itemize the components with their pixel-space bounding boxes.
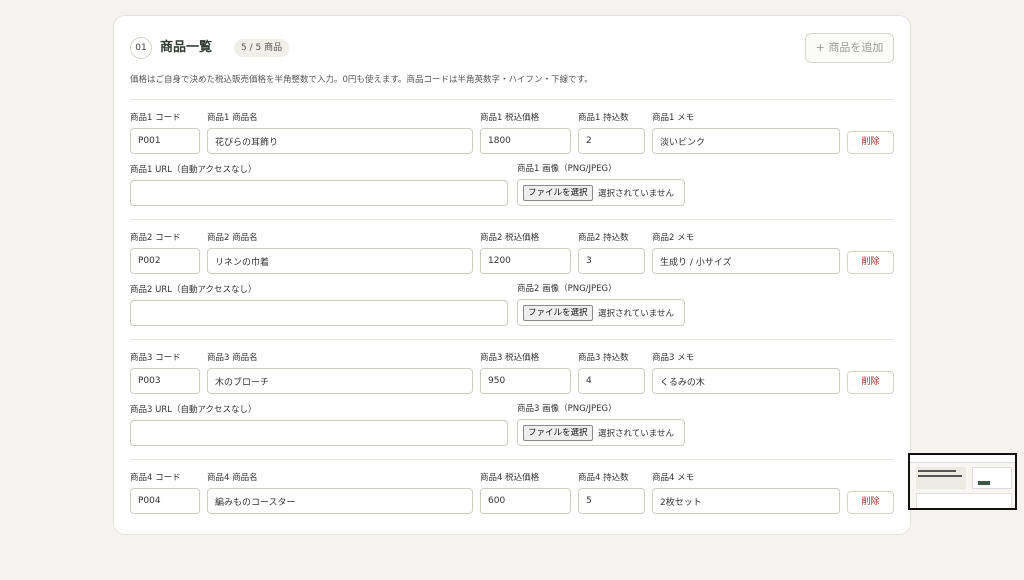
code-label: 商品3 コード xyxy=(130,353,181,363)
image-label: 商品2 画像（PNG/JPEG） xyxy=(517,284,617,294)
memo-label: 商品3 メモ xyxy=(652,353,695,363)
url-input[interactable] xyxy=(130,180,508,206)
code-label: 商品1 コード xyxy=(130,113,181,123)
section-title: 商品一覧 xyxy=(160,40,213,55)
preview-header xyxy=(910,455,1015,463)
quantity-label: 商品2 持込数 xyxy=(578,233,629,243)
code-label: 商品4 コード xyxy=(130,473,181,483)
memo-label: 商品1 メモ xyxy=(652,113,695,123)
product-row-3: 商品3 コード 商品3 商品名 商品3 税込価格 商品3 持込数 商品3 メモ … xyxy=(130,340,894,460)
name-label: 商品4 商品名 xyxy=(207,473,258,483)
price-label: 商品4 税込価格 xyxy=(480,473,540,483)
delete-button[interactable]: 削除 xyxy=(847,131,894,154)
step-number-badge: 01 xyxy=(130,37,152,59)
memo-label: 商品2 メモ xyxy=(652,233,695,243)
price-input[interactable] xyxy=(480,368,571,394)
memo-label: 商品4 メモ xyxy=(652,473,695,483)
price-label: 商品2 税込価格 xyxy=(480,233,540,243)
preview-panel xyxy=(972,467,1012,489)
preview-body xyxy=(916,493,1012,508)
preview-text-line xyxy=(918,470,956,472)
name-input[interactable] xyxy=(207,128,473,154)
quantity-input[interactable] xyxy=(578,248,645,274)
code-input[interactable] xyxy=(130,248,200,274)
memo-input[interactable] xyxy=(652,488,840,514)
delete-button[interactable]: 削除 xyxy=(847,491,894,514)
product-count-badge: 5 / 5 商品 xyxy=(234,39,290,57)
product-row-1: 商品1 コード 商品1 商品名 商品1 税込価格 商品1 持込数 商品1 メモ … xyxy=(130,100,894,220)
price-label: 商品1 税込価格 xyxy=(480,113,540,123)
section-header: 01 商品一覧 5 / 5 商品 + 商品を追加 xyxy=(130,33,894,63)
name-input[interactable] xyxy=(207,368,473,394)
url-input[interactable] xyxy=(130,420,508,446)
name-label: 商品2 商品名 xyxy=(207,233,258,243)
url-label: 商品1 URL（自動アクセスなし） xyxy=(130,165,257,175)
preview-text-line xyxy=(918,475,962,477)
quantity-label: 商品4 持込数 xyxy=(578,473,629,483)
choose-file-button[interactable]: ファイルを選択 xyxy=(523,305,593,321)
code-input[interactable] xyxy=(130,128,200,154)
quantity-label: 商品3 持込数 xyxy=(578,353,629,363)
section-description: 価格はご自身で決めた税込販売価格を半角整数で入力。0円も使えます。商品コードは半… xyxy=(130,75,593,85)
image-file-input: ファイルを選択 選択されていません xyxy=(517,419,685,446)
name-label: 商品1 商品名 xyxy=(207,113,258,123)
file-status-text: 選択されていません xyxy=(598,189,674,199)
url-label: 商品2 URL（自動アクセスなし） xyxy=(130,285,257,295)
product-row-4: 商品4 コード 商品4 商品名 商品4 税込価格 商品4 持込数 商品4 メモ … xyxy=(130,460,894,580)
name-input[interactable] xyxy=(207,488,473,514)
image-label: 商品3 画像（PNG/JPEG） xyxy=(517,404,617,414)
delete-button[interactable]: 削除 xyxy=(847,251,894,274)
name-label: 商品3 商品名 xyxy=(207,353,258,363)
choose-file-button[interactable]: ファイルを選択 xyxy=(523,185,593,201)
price-label: 商品3 税込価格 xyxy=(480,353,540,363)
choose-file-button[interactable]: ファイルを選択 xyxy=(523,425,593,441)
delete-button[interactable]: 削除 xyxy=(847,371,894,394)
url-label: 商品3 URL（自動アクセスなし） xyxy=(130,405,257,415)
code-label: 商品2 コード xyxy=(130,233,181,243)
page-preview-thumbnail[interactable] xyxy=(908,453,1017,510)
file-status-text: 選択されていません xyxy=(598,429,674,439)
price-input[interactable] xyxy=(480,128,571,154)
price-input[interactable] xyxy=(480,488,571,514)
product-list-card: 01 商品一覧 5 / 5 商品 + 商品を追加 価格はご自身で決めた税込販売価… xyxy=(113,15,911,535)
image-label: 商品1 画像（PNG/JPEG） xyxy=(517,164,617,174)
file-status-text: 選択されていません xyxy=(598,309,674,319)
add-product-button[interactable]: + 商品を追加 xyxy=(805,33,894,63)
price-input[interactable] xyxy=(480,248,571,274)
memo-input[interactable] xyxy=(652,128,840,154)
url-input[interactable] xyxy=(130,300,508,326)
code-input[interactable] xyxy=(130,488,200,514)
quantity-label: 商品1 持込数 xyxy=(578,113,629,123)
preview-button xyxy=(978,481,990,485)
quantity-input[interactable] xyxy=(578,488,645,514)
memo-input[interactable] xyxy=(652,248,840,274)
image-file-input: ファイルを選択 選択されていません xyxy=(517,299,685,326)
product-row-2: 商品2 コード 商品2 商品名 商品2 税込価格 商品2 持込数 商品2 メモ … xyxy=(130,220,894,340)
image-file-input: ファイルを選択 選択されていません xyxy=(517,179,685,206)
name-input[interactable] xyxy=(207,248,473,274)
memo-input[interactable] xyxy=(652,368,840,394)
quantity-input[interactable] xyxy=(578,368,645,394)
quantity-input[interactable] xyxy=(578,128,645,154)
code-input[interactable] xyxy=(130,368,200,394)
